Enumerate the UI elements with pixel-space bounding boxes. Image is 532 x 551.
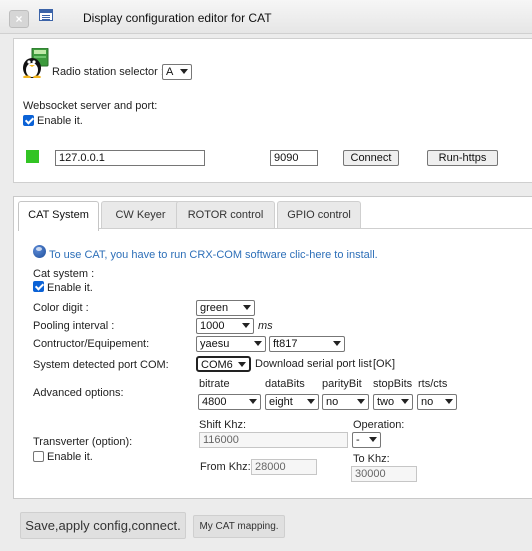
run-https-button[interactable]: Run-https xyxy=(427,150,498,166)
cat-enable-label: Enable it. xyxy=(47,282,93,294)
pooling-interval-label: Pooling interval : xyxy=(33,320,115,332)
station-selector-label: Radio station selector : xyxy=(52,66,164,78)
advanced-options-label: Advanced options: xyxy=(33,387,124,399)
websocket-enable-checkbox[interactable] xyxy=(23,115,34,126)
cat-mapping-button[interactable]: My CAT mapping. xyxy=(193,515,285,538)
websocket-host-input[interactable]: 127.0.0.1 xyxy=(55,150,205,166)
bitrate-select[interactable]: 4800 xyxy=(198,394,261,410)
websocket-port-input[interactable]: 9090 xyxy=(270,150,318,166)
shift-khz-input[interactable]: 116000 xyxy=(199,432,348,448)
port-com-label: System detected port COM: xyxy=(33,359,169,371)
websocket-label: Websocket server and port: xyxy=(23,100,158,112)
pooling-interval-select[interactable]: 1000 xyxy=(196,318,254,334)
to-khz-label: To Khz: xyxy=(353,453,390,465)
shift-khz-label: Shift Khz: xyxy=(199,419,247,431)
port-com-select[interactable]: COM6 xyxy=(196,356,251,372)
operation-label: Operation: xyxy=(353,419,405,431)
install-link[interactable]: To use CAT, you have to run CRX-COM soft… xyxy=(49,249,378,261)
tab-rotor-control[interactable]: ROTOR control xyxy=(176,201,275,229)
rtscts-select[interactable]: no xyxy=(417,394,457,410)
bitrate-label: bitrate xyxy=(199,378,230,390)
connection-status-indicator xyxy=(26,150,39,163)
color-digit-label: Color digit : xyxy=(33,302,89,314)
window-icon xyxy=(39,9,53,21)
info-globe-icon xyxy=(33,245,46,258)
connect-button[interactable]: Connect xyxy=(343,150,399,166)
from-khz-input[interactable]: 28000 xyxy=(251,459,317,475)
transverter-label: Transverter (option): xyxy=(33,436,133,448)
pooling-unit: ms xyxy=(258,320,273,332)
stopbits-label: stopBits xyxy=(373,378,413,390)
cat-system-label: Cat system : xyxy=(33,268,95,280)
color-digit-select[interactable]: green xyxy=(196,300,255,316)
stopbits-select[interactable]: two xyxy=(373,394,413,410)
download-port-list-link[interactable]: Download serial port list xyxy=(255,358,372,370)
transverter-enable-label: Enable it. xyxy=(47,451,93,463)
from-khz-label: From Khz: xyxy=(200,461,251,473)
station-select[interactable]: A xyxy=(162,64,192,80)
window-title: Display configuration editor for CAT xyxy=(83,11,272,25)
tab-cat-system[interactable]: CAT System xyxy=(18,201,99,231)
websocket-enable-label: Enable it. xyxy=(37,115,83,127)
ok-link[interactable]: [OK] xyxy=(373,358,395,370)
penguin-radio-icon xyxy=(23,48,49,78)
save-apply-connect-button[interactable]: Save,apply config,connect. xyxy=(20,512,186,539)
paritybit-select[interactable]: no xyxy=(322,394,369,410)
rtscts-label: rts/cts xyxy=(418,378,448,390)
cat-enable-checkbox[interactable] xyxy=(33,281,44,292)
databits-label: dataBits xyxy=(265,378,305,390)
transverter-enable-checkbox[interactable] xyxy=(33,451,44,462)
close-icon[interactable]: × xyxy=(9,10,29,28)
operation-select[interactable]: - xyxy=(352,432,381,448)
to-khz-input[interactable]: 30000 xyxy=(351,466,417,482)
contructor-select[interactable]: yaesu xyxy=(196,336,266,352)
title-bar: × Display configuration editor for CAT xyxy=(0,0,532,34)
contructor-label: Contructor/Equipement: xyxy=(33,338,150,350)
tab-cw-keyer[interactable]: CW Keyer xyxy=(101,201,180,229)
databits-select[interactable]: eight xyxy=(265,394,319,410)
paritybit-label: parityBit xyxy=(322,378,362,390)
equipment-select[interactable]: ft817 xyxy=(269,336,345,352)
tab-gpio-control[interactable]: GPIO control xyxy=(277,201,361,229)
